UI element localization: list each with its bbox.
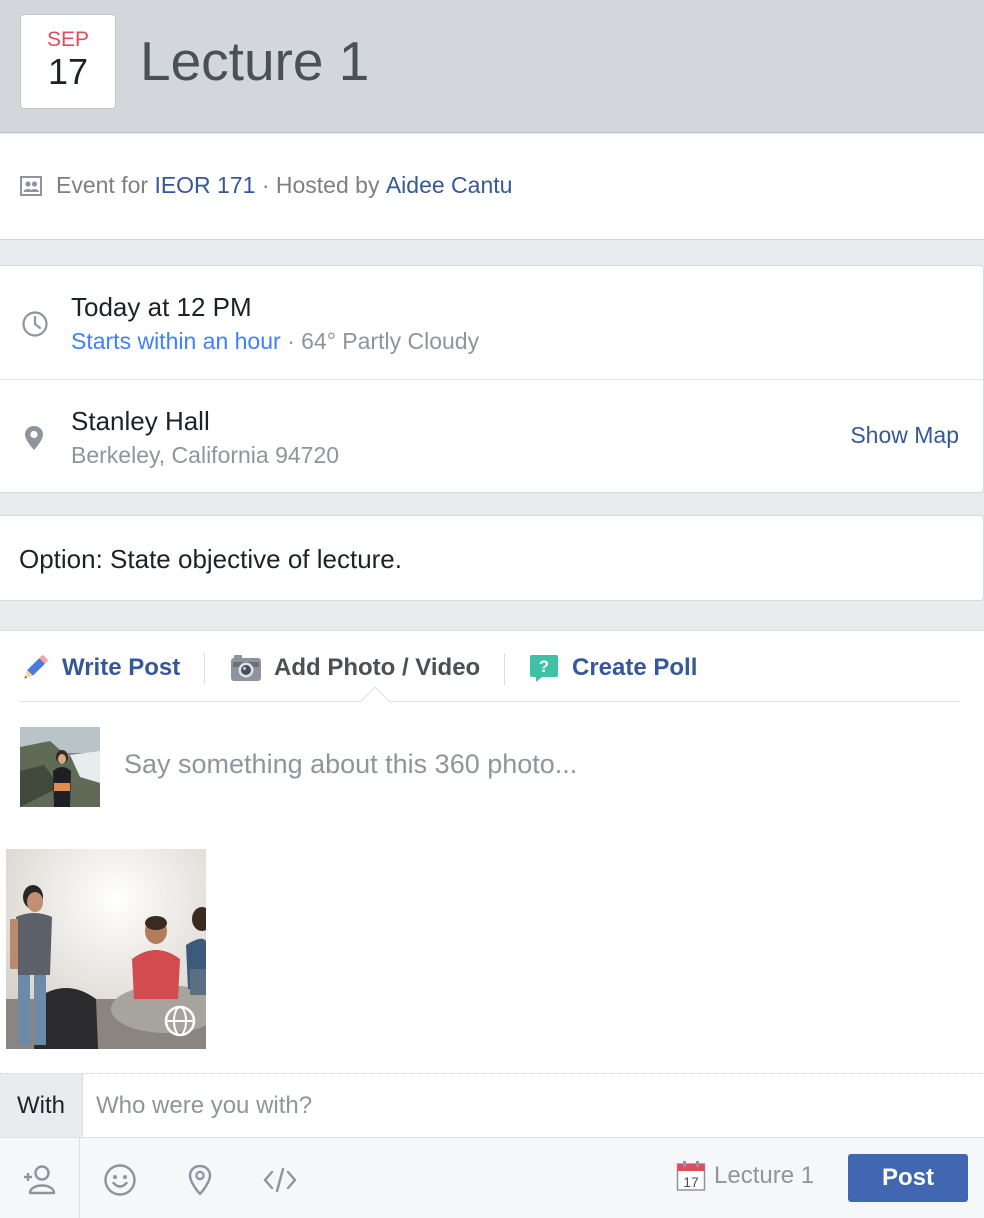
svg-text:17: 17 <box>683 1174 699 1190</box>
with-label: With <box>0 1074 83 1138</box>
status-input[interactable] <box>124 749 924 780</box>
date-badge: SEP 17 <box>20 14 116 109</box>
host-name-link[interactable]: Aidee Cantu <box>386 172 513 199</box>
location-address: Berkeley, California 94720 <box>71 442 340 468</box>
checkin-button[interactable] <box>180 1160 220 1200</box>
tab-write-post[interactable]: Write Post <box>20 651 180 685</box>
tag-friends-input[interactable] <box>96 1092 896 1120</box>
tag-friend-icon <box>24 1165 56 1195</box>
post-composer: Write Post Add Photo / Video ? Create Po… <box>0 630 984 1218</box>
tab-create-poll[interactable]: ? Create Poll <box>528 651 697 685</box>
host-separator: · <box>261 172 270 198</box>
smiley-icon <box>104 1164 136 1196</box>
time-sub: Starts within an hour · 64° Partly Cloud… <box>71 328 479 355</box>
tab-separator <box>204 653 205 685</box>
calendar-icon: 17 <box>676 1161 706 1191</box>
svg-text:?: ? <box>539 657 549 676</box>
hosted-by-label: Hosted by <box>275 172 380 198</box>
date-day: 17 <box>47 51 89 92</box>
location-name[interactable]: Stanley Hall <box>71 406 210 437</box>
time-separator: · <box>287 328 295 354</box>
event-tag-label: Lecture 1 <box>714 1162 815 1189</box>
time-main: Today at 12 PM <box>71 292 252 322</box>
event-title: Lecture 1 <box>140 30 370 92</box>
tab-add-photo-video[interactable]: Add Photo / Video <box>230 651 480 685</box>
write-post-label: Write Post <box>62 654 181 681</box>
embed-code-icon <box>263 1167 297 1193</box>
date-month: SEP <box>46 28 90 51</box>
clock-icon <box>22 311 48 337</box>
description-card: Option: State objective of lecture. <box>0 515 984 601</box>
embed-code-button[interactable] <box>260 1160 300 1200</box>
group-link[interactable]: IEOR 171 <box>154 172 255 199</box>
checkin-icon <box>188 1164 212 1196</box>
location-pin-icon <box>25 426 43 450</box>
toolbar-divider <box>79 1138 80 1218</box>
weather: 64° Partly Cloudy <box>301 328 480 354</box>
with-row: With <box>0 1073 984 1138</box>
host-prefix: Event for <box>56 172 149 198</box>
event-tag[interactable]: 17 Lecture 1 <box>676 1160 814 1192</box>
create-poll-label: Create Poll <box>572 654 698 681</box>
pencil-icon <box>24 655 48 679</box>
details-card: Today at 12 PM Starts within an hour · 6… <box>0 265 984 493</box>
event-description: Option: State objective of lecture. <box>19 544 402 574</box>
group-icon <box>20 175 42 196</box>
feeling-button[interactable] <box>100 1160 140 1200</box>
host-line: Event for IEOR 171 · Hosted by Aidee Can… <box>20 172 512 199</box>
composer-toolbar: 17 Lecture 1 Post <box>0 1137 984 1218</box>
post-button[interactable]: Post <box>848 1154 968 1202</box>
active-tab-caret <box>359 686 391 718</box>
composer-tabs: Write Post Add Photo / Video ? Create Po… <box>20 631 960 718</box>
attached-360-photo[interactable] <box>6 849 206 1049</box>
tab-separator <box>504 653 505 685</box>
camera-icon <box>231 655 261 681</box>
time-status: Starts within an hour <box>71 328 281 354</box>
show-map-link[interactable]: Show Map <box>850 422 959 449</box>
event-header: SEP 17 Lecture 1 <box>0 0 984 133</box>
avatar[interactable] <box>20 727 100 807</box>
tag-friends-button[interactable] <box>20 1160 60 1200</box>
add-photo-label: Add Photo / Video <box>274 654 481 681</box>
poll-icon: ? <box>530 655 558 682</box>
row-divider <box>0 379 983 380</box>
